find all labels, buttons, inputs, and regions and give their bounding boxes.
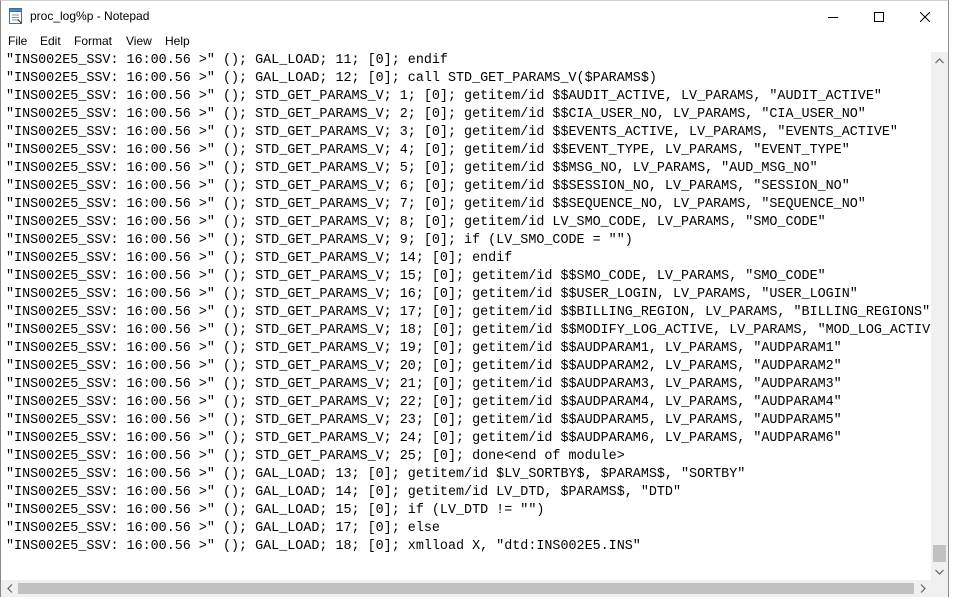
text-line: "INS002E5_SSV: 16:00.56 >" (); STD_GET_P… xyxy=(6,251,513,266)
text-line: "INS002E5_SSV: 16:00.56 >" (); STD_GET_P… xyxy=(6,125,898,140)
menu-help[interactable]: Help xyxy=(165,34,190,48)
text-line: "INS002E5_SSV: 16:00.56 >" (); STD_GET_P… xyxy=(6,179,850,194)
minimize-icon xyxy=(828,16,838,18)
scroll-up-button[interactable] xyxy=(931,52,948,69)
maximize-icon xyxy=(874,11,884,22)
chevron-up-icon xyxy=(935,57,944,63)
maximize-button[interactable] xyxy=(856,1,902,32)
text-line: "INS002E5_SSV: 16:00.56 >" (); STD_GET_P… xyxy=(6,323,931,338)
menu-edit[interactable]: Edit xyxy=(40,34,61,48)
window-title: proc_log%p - Notepad xyxy=(30,9,150,23)
text-line: "INS002E5_SSV: 16:00.56 >" (); GAL_LOAD;… xyxy=(6,71,657,86)
text-line: "INS002E5_SSV: 16:00.56 >" (); STD_GET_P… xyxy=(6,287,858,302)
text-line: "INS002E5_SSV: 16:00.56 >" (); STD_GET_P… xyxy=(6,377,842,392)
notepad-window: proc_log%p - Notepad File Edit Format Vi… xyxy=(0,0,949,597)
text-line: "INS002E5_SSV: 16:00.56 >" (); STD_GET_P… xyxy=(6,89,882,104)
scroll-down-button[interactable] xyxy=(931,563,948,580)
text-line: "INS002E5_SSV: 16:00.56 >" (); STD_GET_P… xyxy=(6,107,866,122)
horizontal-scrollbar[interactable] xyxy=(1,580,931,597)
close-button[interactable] xyxy=(902,1,948,32)
vertical-scrollbar[interactable] xyxy=(931,52,948,580)
chevron-right-icon xyxy=(920,584,926,593)
text-line: "INS002E5_SSV: 16:00.56 >" (); GAL_LOAD;… xyxy=(6,485,681,500)
text-line: "INS002E5_SSV: 16:00.56 >" (); STD_GET_P… xyxy=(6,449,625,464)
text-line: "INS002E5_SSV: 16:00.56 >" (); STD_GET_P… xyxy=(6,341,842,356)
text-line: "INS002E5_SSV: 16:00.56 >" (); STD_GET_P… xyxy=(6,161,818,176)
menu-view[interactable]: View xyxy=(126,34,152,48)
text-line: "INS002E5_SSV: 16:00.56 >" (); STD_GET_P… xyxy=(6,215,826,230)
text-line: "INS002E5_SSV: 16:00.56 >" (); STD_GET_P… xyxy=(6,395,842,410)
text-line: "INS002E5_SSV: 16:00.56 >" (); STD_GET_P… xyxy=(6,359,842,374)
text-editor[interactable]: "INS002E5_SSV: 16:00.56 >" (); GAL_LOAD;… xyxy=(1,52,931,580)
text-line: "INS002E5_SSV: 16:00.56 >" (); STD_GET_P… xyxy=(6,431,842,446)
text-line: "INS002E5_SSV: 16:00.56 >" (); STD_GET_P… xyxy=(6,413,842,428)
text-line: "INS002E5_SSV: 16:00.56 >" (); GAL_LOAD;… xyxy=(6,521,440,536)
horizontal-scroll-thumb[interactable] xyxy=(18,583,914,594)
text-line: "INS002E5_SSV: 16:00.56 >" (); STD_GET_P… xyxy=(6,233,633,248)
title-bar[interactable]: proc_log%p - Notepad xyxy=(1,1,948,32)
text-line: "INS002E5_SSV: 16:00.56 >" (); GAL_LOAD;… xyxy=(6,539,641,554)
scroll-left-button[interactable] xyxy=(1,580,18,597)
scroll-right-button[interactable] xyxy=(914,580,931,597)
text-line: "INS002E5_SSV: 16:00.56 >" (); GAL_LOAD;… xyxy=(6,503,545,518)
notepad-icon xyxy=(9,8,23,24)
chevron-down-icon xyxy=(935,569,944,575)
menu-file[interactable]: File xyxy=(8,34,27,48)
menu-bar: File Edit Format View Help xyxy=(1,32,948,52)
close-icon xyxy=(920,11,930,22)
chevron-left-icon xyxy=(6,584,12,593)
minimize-button[interactable] xyxy=(810,1,856,32)
text-line: "INS002E5_SSV: 16:00.56 >" (); STD_GET_P… xyxy=(6,143,850,158)
menu-format[interactable]: Format xyxy=(74,34,112,48)
vertical-scroll-thumb[interactable] xyxy=(933,545,946,562)
text-line: "INS002E5_SSV: 16:00.56 >" (); STD_GET_P… xyxy=(6,197,866,212)
text-line: "INS002E5_SSV: 16:00.56 >" (); GAL_LOAD;… xyxy=(6,53,448,68)
scrollbar-corner xyxy=(931,580,948,597)
text-line: "INS002E5_SSV: 16:00.56 >" (); STD_GET_P… xyxy=(6,305,931,320)
text-line: "INS002E5_SSV: 16:00.56 >" (); GAL_LOAD;… xyxy=(6,467,746,482)
text-line: "INS002E5_SSV: 16:00.56 >" (); STD_GET_P… xyxy=(6,269,826,284)
